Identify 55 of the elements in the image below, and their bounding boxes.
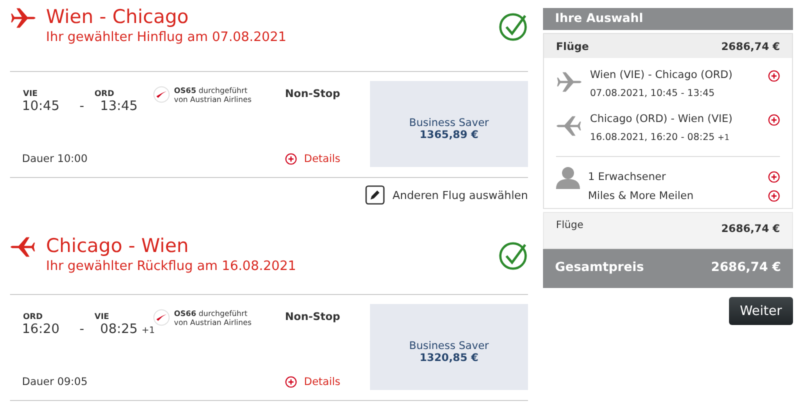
details-link[interactable]: Details: [285, 376, 340, 388]
day-offset: +1: [718, 133, 730, 142]
flights-amount: 2686,74 €: [721, 41, 780, 53]
flight-date-subtitle: Ihr gewählter Hinflug am 07.08.2021: [46, 29, 288, 47]
person-icon: [556, 165, 580, 189]
time-separator: -: [79, 99, 84, 114]
expand-icon[interactable]: [768, 171, 780, 183]
airline-logo-icon: [153, 309, 170, 326]
arrival-time: 08:25: [100, 322, 138, 337]
route-title: Chicago - Wien: [46, 234, 190, 258]
pencil-icon: [365, 185, 386, 205]
leg-route: Wien (VIE) - Chicago (ORD): [590, 68, 734, 83]
stops-label: Non-Stop: [285, 88, 342, 100]
airport-code: ORD: [22, 312, 44, 321]
total-amount: 2686,74 €: [711, 259, 781, 274]
airport-code: VIE: [22, 89, 39, 98]
miles-label: Miles & More Meilen: [588, 190, 695, 202]
day-offset: +1: [142, 326, 155, 336]
airline-logo-icon: [153, 86, 170, 103]
fare-name: Business Saver: [409, 117, 489, 129]
airplane-icon: [556, 70, 582, 94]
departure-time: 16:20: [22, 322, 60, 337]
departure-time: 10:45: [22, 99, 60, 114]
stops-label: Non-Stop: [285, 311, 342, 323]
plus-icon: [285, 376, 297, 388]
details-link[interactable]: Details: [285, 153, 340, 165]
expand-icon[interactable]: [768, 70, 780, 82]
arrival-time: 13:45: [100, 99, 138, 114]
subtotal-amount: 2686,74 €: [721, 223, 780, 235]
total-label: Gesamtpreis: [555, 259, 644, 274]
leg-times: 16.08.2021, 16:20 - 08:25: [590, 132, 715, 143]
airplane-icon: [10, 235, 36, 259]
fare-price: 1320,85 €: [420, 352, 478, 364]
expand-icon[interactable]: [768, 114, 780, 126]
time-separator: -: [79, 322, 84, 337]
flight-date-subtitle: Ihr gewählter Rückflug am 16.08.2021: [46, 258, 298, 276]
flight-duration: Dauer 10:00: [21, 153, 89, 165]
subtotal-label: Flüge: [556, 220, 584, 233]
passenger-count: 1 Erwachsener: [588, 171, 667, 183]
route-title: Wien - Chicago: [46, 5, 190, 29]
airplane-icon: [556, 114, 582, 138]
leg-times: 07.08.2021, 10:45 - 13:45: [590, 88, 715, 99]
fare-price: 1365,89 €: [420, 129, 478, 141]
flights-label: Flüge: [556, 41, 589, 53]
plus-icon: [285, 153, 297, 165]
summary-header: Ihre Auswahl: [543, 8, 793, 30]
change-flight-link[interactable]: Anderen Flug auswählen: [365, 185, 528, 205]
continue-button[interactable]: Weiter: [728, 297, 793, 325]
leg-route: Chicago (ORD) - Wien (VIE): [590, 112, 734, 127]
expand-icon[interactable]: [768, 190, 780, 202]
airport-code: VIE: [94, 312, 110, 321]
fare-name: Business Saver: [409, 340, 489, 352]
flight-duration: Dauer 09:05: [21, 376, 89, 388]
airplane-icon: [10, 6, 36, 30]
airport-code: ORD: [94, 89, 116, 98]
